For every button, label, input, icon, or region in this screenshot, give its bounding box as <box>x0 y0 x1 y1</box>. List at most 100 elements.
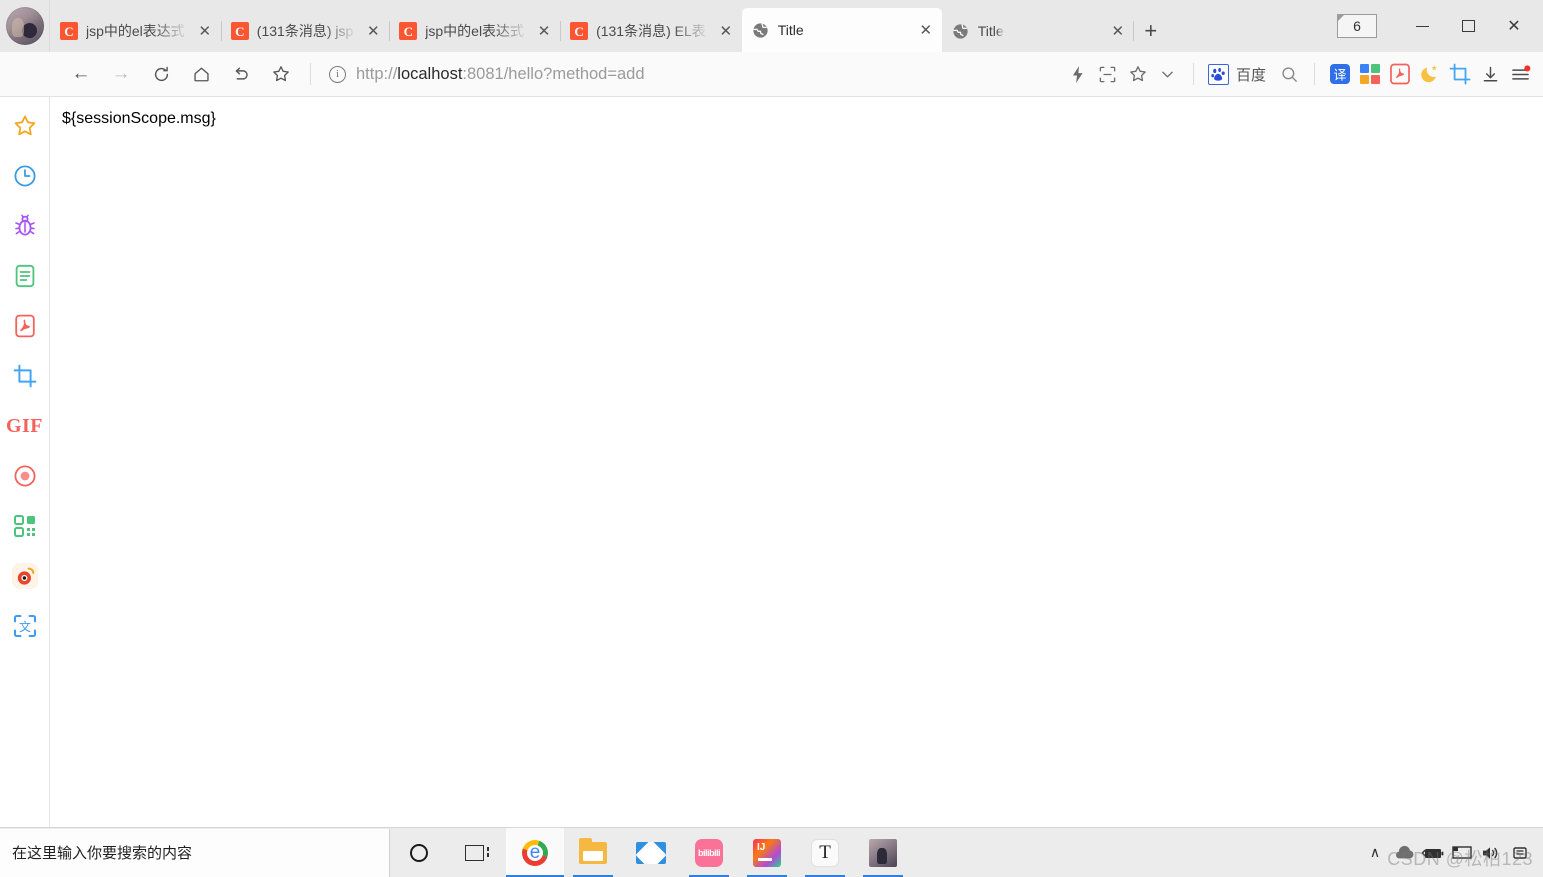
speaker-glyph <box>1483 846 1498 859</box>
tab-title: Title <box>777 22 804 38</box>
browser-tab[interactable]: C (131条消息) jsp ✕ <box>220 10 389 52</box>
baidu-shortcut[interactable]: 百度 <box>1207 63 1266 85</box>
record-icon <box>13 465 36 487</box>
reload-button[interactable] <box>142 58 180 90</box>
paw-glyph <box>1211 67 1225 81</box>
intellij-idea-icon <box>753 838 781 867</box>
crop-icon[interactable] <box>1445 59 1475 89</box>
screenshot-scan-icon[interactable] <box>1093 59 1123 89</box>
undo-icon <box>235 67 248 80</box>
baidu-paw-icon <box>1207 63 1229 85</box>
sidebar-item-weibo[interactable] <box>0 551 50 601</box>
taskbar-app-mail[interactable] <box>622 828 680 877</box>
baidu-label: 百度 <box>1235 66 1266 84</box>
favorite-star-icon[interactable] <box>1123 59 1153 89</box>
new-tab-button[interactable]: + <box>1132 10 1168 52</box>
browser-tab[interactable]: C jsp中的el表达式 ✕ <box>389 10 560 52</box>
taskbar-app-intellij-idea[interactable] <box>738 828 796 877</box>
pdf-icon <box>14 314 35 338</box>
weibo-icon <box>11 563 38 589</box>
home-button[interactable] <box>182 58 220 90</box>
cortana-button[interactable] <box>390 828 448 877</box>
volume-icon[interactable] <box>1478 833 1504 873</box>
close-window-button[interactable]: ✕ <box>1491 6 1537 46</box>
browser-tab-active[interactable]: Title ✕ <box>741 8 942 52</box>
cloud-glyph <box>1396 845 1414 858</box>
page-content: ${sessionScope.msg} <box>51 97 1543 128</box>
close-icon[interactable]: ✕ <box>716 21 736 41</box>
minimize-icon <box>1415 25 1429 27</box>
translate-icon[interactable]: 译 <box>1325 59 1355 89</box>
browser-window: C jsp中的el表达式 ✕ C (131条消息) jsp ✕ C jsp中的e… <box>0 0 1543 877</box>
tab-count-badge[interactable]: 6 <box>1337 14 1377 38</box>
close-icon[interactable]: ✕ <box>534 21 554 41</box>
tab-title: Title <box>977 23 1004 39</box>
csdn-favicon: C <box>399 22 418 40</box>
sidebar-item-pdf[interactable] <box>0 301 50 351</box>
back-button[interactable]: ← <box>62 58 100 90</box>
browser-tab[interactable]: Title ✕ <box>942 10 1134 52</box>
sidebar-item-gif[interactable]: GIF <box>0 401 50 451</box>
forward-button[interactable]: → <box>102 58 140 90</box>
toolbar-divider <box>1192 63 1194 85</box>
taskbar-app-typora[interactable]: T <box>796 828 854 877</box>
sidebar-item-qrcode[interactable] <box>0 501 50 551</box>
chevron-down-icon[interactable] <box>1153 59 1183 89</box>
window-controls: 6 ✕ <box>1337 0 1543 52</box>
tab-title: jsp中的el表达式 <box>86 23 185 39</box>
close-icon[interactable]: ✕ <box>363 21 383 41</box>
bookmark-button[interactable] <box>262 58 300 90</box>
battery-icon[interactable] <box>1420 833 1446 873</box>
sidebar-item-translate[interactable]: 文 <box>0 601 50 651</box>
magnifier-glyph <box>1281 66 1297 82</box>
task-view-button[interactable] <box>448 828 506 877</box>
search-icon[interactable] <box>1274 59 1304 89</box>
lightning-icon[interactable] <box>1063 59 1093 89</box>
avatar[interactable] <box>5 7 44 45</box>
sidebar-item-record[interactable] <box>0 451 50 501</box>
menu-icon[interactable] <box>1505 59 1535 89</box>
tray-expand-icon[interactable]: ∧ <box>1362 833 1388 873</box>
address-bar[interactable]: i http://localhost:8081/hello?method=add <box>321 58 1063 90</box>
site-info-icon[interactable]: i <box>329 65 346 83</box>
sidebar-item-history[interactable] <box>0 151 50 201</box>
pdf-icon[interactable] <box>1385 59 1415 89</box>
page-text: ${sessionScope.msg} <box>62 110 216 127</box>
taskbar-app-chrome[interactable] <box>506 827 564 877</box>
download-icon[interactable] <box>1475 59 1505 89</box>
dark-mode-icon[interactable] <box>1415 59 1445 89</box>
taskbar-app-file-explorer[interactable] <box>564 828 622 877</box>
url-path: :8081/hello?method=add <box>462 64 645 83</box>
windows-search-box[interactable]: 在这里输入你要搜索的内容 <box>0 828 390 877</box>
csdn-favicon: C <box>570 22 589 40</box>
sidebar-item-bug[interactable] <box>0 201 50 251</box>
toolbar-right-tools: 译 <box>1274 59 1543 89</box>
profile-avatar-container[interactable] <box>0 0 50 52</box>
browser-tab[interactable]: C (131条消息) EL表 ✕ <box>560 10 742 52</box>
download-glyph <box>1483 66 1497 81</box>
close-icon[interactable]: ✕ <box>916 20 936 40</box>
sidebar-item-notes[interactable] <box>0 251 50 301</box>
apps-grid-icon[interactable] <box>1355 59 1385 89</box>
lightning-glyph <box>1073 65 1084 83</box>
url-scheme: http:// <box>356 64 398 83</box>
cloud-icon[interactable] <box>1391 833 1417 873</box>
minimize-button[interactable] <box>1399 6 1445 46</box>
sidebar-item-crop[interactable] <box>0 351 50 401</box>
monitor-icon[interactable] <box>1449 833 1475 873</box>
bilibili-icon: bilibili <box>695 838 723 867</box>
sidebar-item-favorites[interactable] <box>0 101 50 151</box>
chrome-icon <box>522 839 548 866</box>
moon-glyph <box>1421 65 1437 83</box>
maximize-button[interactable] <box>1445 6 1491 46</box>
document-icon <box>15 264 34 288</box>
taskbar-app-bilibili[interactable]: bilibili <box>680 828 738 877</box>
browser-tab[interactable]: C jsp中的el表达式 ✕ <box>50 10 221 52</box>
bug-icon <box>14 214 35 236</box>
close-icon[interactable]: ✕ <box>1108 21 1128 41</box>
gif-label: GIF <box>5 414 44 437</box>
undo-button[interactable] <box>222 58 260 90</box>
network-icon[interactable] <box>1507 833 1533 873</box>
close-icon[interactable]: ✕ <box>195 21 215 41</box>
taskbar-app-photos[interactable] <box>854 828 912 877</box>
